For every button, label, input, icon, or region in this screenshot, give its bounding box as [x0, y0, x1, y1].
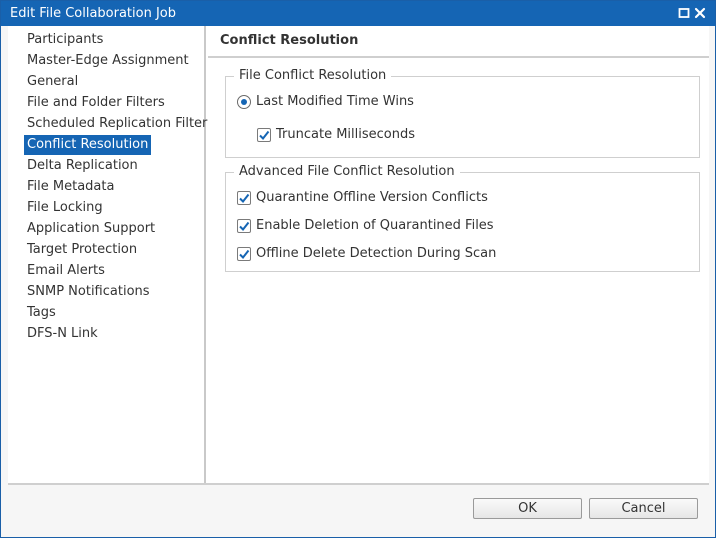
settings-nav: Participants Master-Edge Assignment Gene… [8, 26, 214, 484]
checkbox-checked-icon[interactable] [257, 128, 271, 142]
radio-dot [241, 99, 247, 105]
last-modified-time-wins-label: Last Modified Time Wins [256, 94, 414, 109]
nav-item-target-protection[interactable]: Target Protection [24, 240, 140, 260]
advanced-file-conflict-resolution-legend: Advanced File Conflict Resolution [234, 164, 460, 180]
footer-divider [8, 483, 709, 485]
nav-item-delta-replication[interactable]: Delta Replication [24, 156, 141, 176]
ok-button[interactable]: OK [473, 498, 582, 519]
checkbox-checked-icon[interactable] [237, 191, 251, 205]
checkmark-icon [239, 193, 250, 204]
panel-divider [208, 56, 709, 58]
nav-item-application-support[interactable]: Application Support [24, 219, 158, 239]
quarantine-offline-version-conflicts-label: Quarantine Offline Version Conflicts [256, 190, 488, 205]
checkmark-icon [239, 221, 250, 232]
dialog-content: Participants Master-Edge Assignment Gene… [8, 26, 709, 484]
nav-item-master-edge-assignment[interactable]: Master-Edge Assignment [24, 51, 192, 71]
maximize-icon[interactable] [677, 6, 691, 20]
advanced-file-conflict-resolution-group: Advanced File Conflict Resolution Quaran… [225, 164, 700, 272]
close-icon[interactable] [693, 6, 707, 20]
cancel-button[interactable]: Cancel [589, 498, 698, 519]
close-icon-glyph [694, 7, 706, 19]
nav-item-dfs-n-link[interactable]: DFS-N Link [24, 324, 101, 344]
settings-panel: Conflict Resolution File Conflict Resolu… [208, 26, 709, 484]
truncate-milliseconds-label: Truncate Milliseconds [276, 127, 415, 142]
nav-item-tags[interactable]: Tags [24, 303, 59, 323]
checkbox-checked-icon[interactable] [237, 219, 251, 233]
nav-item-snmp-notifications[interactable]: SNMP Notifications [24, 282, 153, 302]
nav-item-general[interactable]: General [24, 72, 81, 92]
nav-item-conflict-resolution[interactable]: Conflict Resolution [24, 135, 152, 155]
file-conflict-resolution-legend: File Conflict Resolution [234, 68, 392, 84]
nav-item-file-and-folder-filters[interactable]: File and Folder Filters [24, 93, 168, 113]
file-conflict-resolution-group: File Conflict Resolution Last Modified T… [225, 68, 700, 158]
nav-item-file-locking[interactable]: File Locking [24, 198, 106, 218]
offline-delete-detection-during-scan-label: Offline Delete Detection During Scan [256, 246, 497, 261]
nav-item-scheduled-replication-filters[interactable]: Scheduled Replication Filters [24, 114, 217, 134]
checkbox-checked-icon[interactable] [237, 247, 251, 261]
window-title: Edit File Collaboration Job [10, 6, 177, 21]
nav-item-email-alerts[interactable]: Email Alerts [24, 261, 108, 281]
maximize-icon-glyph [678, 8, 690, 18]
dialog-window: Edit File Collaboration Job Participants… [0, 0, 716, 538]
nav-item-file-metadata[interactable]: File Metadata [24, 177, 117, 197]
checkmark-icon [239, 249, 250, 260]
nav-item-participants[interactable]: Participants [24, 30, 106, 50]
title-bar[interactable]: Edit File Collaboration Job [1, 1, 715, 26]
enable-deletion-of-quarantined-files-label: Enable Deletion of Quarantined Files [256, 218, 494, 233]
radio-selected-icon[interactable] [237, 95, 251, 109]
panel-title: Conflict Resolution [220, 33, 359, 48]
checkmark-icon [259, 130, 270, 141]
